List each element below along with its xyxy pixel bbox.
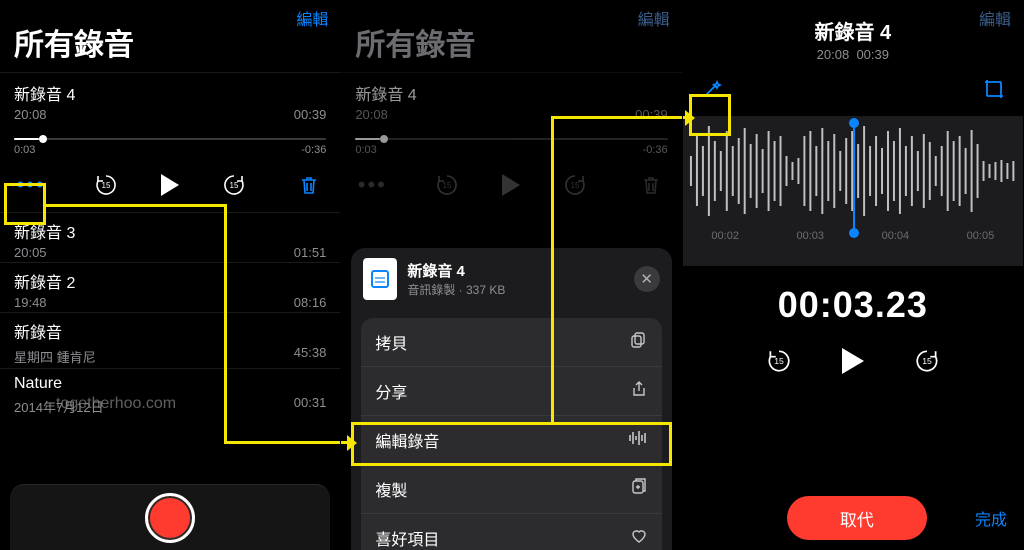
action-label: 編輯錄音 <box>375 428 439 452</box>
trim-button[interactable] <box>979 74 1009 104</box>
delete-button[interactable] <box>292 168 326 202</box>
edit-link[interactable]: 編輯 <box>296 6 328 30</box>
scrubber <box>355 138 667 140</box>
svg-text:15: 15 <box>571 181 580 190</box>
recording-subtitle: 2014年7月12日 <box>14 397 104 416</box>
list-item[interactable]: 新錄音 星期四 鍾肯尼 45:38 <box>0 312 340 368</box>
duplicate-icon <box>630 478 648 501</box>
svg-text:15: 15 <box>102 181 111 190</box>
panel-editor: 編輯 新錄音 4 20:08 00:39 00:02 00:03 00: <box>683 0 1024 550</box>
recording-name: 新錄音 2 <box>14 269 326 293</box>
action-label: 分享 <box>375 379 407 403</box>
elapsed-label: 0:03 <box>14 144 35 156</box>
ruler-tick: 00:05 <box>967 230 995 242</box>
action-share[interactable]: 分享 <box>361 366 661 415</box>
enhance-button[interactable] <box>697 74 727 104</box>
svg-text:15: 15 <box>774 356 784 366</box>
ruler-tick: 00:02 <box>711 230 739 242</box>
current-recording: 新錄音 4 20:08 00:39 <box>341 72 681 124</box>
forward-15-icon[interactable]: 15 <box>217 168 251 202</box>
recording-duration: 08:16 <box>294 295 327 310</box>
heart-icon <box>630 527 648 550</box>
ruler-tick: 00:03 <box>797 230 825 242</box>
recording-name: 新錄音 <box>14 319 326 343</box>
forward-15-icon: 15 <box>558 168 592 202</box>
copy-icon <box>630 331 648 354</box>
action-duplicate[interactable]: 複製 <box>361 464 661 513</box>
recording-duration: 01:51 <box>294 245 327 260</box>
action-edit-recording[interactable]: 編輯錄音 <box>361 415 661 464</box>
highlight-arrow <box>224 441 341 444</box>
list-item[interactable]: 新錄音 2 19:48 08:16 <box>0 262 340 312</box>
page-title: 所有錄音 <box>341 0 681 72</box>
record-bar <box>10 484 330 550</box>
svg-text:15: 15 <box>443 181 452 190</box>
recording-time: 20:08 <box>355 107 388 122</box>
delete-button <box>634 168 668 202</box>
recording-duration: 00:31 <box>294 395 327 416</box>
rewind-15-icon[interactable]: 15 <box>89 168 123 202</box>
recording-name: Nature <box>14 375 326 393</box>
rewind-15-icon: 15 <box>430 168 464 202</box>
recording-time: 20:05 <box>14 245 47 260</box>
recording-time: 19:48 <box>14 295 47 310</box>
play-button <box>494 168 528 202</box>
recording-duration: 00:39 <box>856 47 889 62</box>
more-button: ••• <box>355 168 389 202</box>
highlight-arrow <box>341 441 351 444</box>
close-button[interactable]: ✕ <box>634 266 660 292</box>
edit-link[interactable]: 編輯 <box>638 6 670 30</box>
more-button[interactable]: ••• <box>14 168 48 202</box>
remaining-label: -0:36 <box>301 144 326 156</box>
list-item[interactable]: Nature 2014年7月12日 00:31 <box>0 368 340 418</box>
remaining-label: -0:36 <box>643 144 668 156</box>
recording-name: 新錄音 3 <box>14 219 326 243</box>
recording-subtitle: 星期四 鍾肯尼 <box>14 347 96 366</box>
current-recording[interactable]: 新錄音 4 20:08 00:39 <box>0 72 340 124</box>
action-favorite[interactable]: 喜好項目 <box>361 513 661 550</box>
current-time-large: 00:03.23 <box>683 284 1023 326</box>
rewind-15-icon[interactable]: 15 <box>762 344 796 378</box>
recording-title[interactable]: 新錄音 4 <box>683 16 1023 45</box>
player-controls: ••• 15 15 <box>0 162 340 212</box>
editor-controls: 15 15 <box>683 344 1023 378</box>
ruler-tick: 00:04 <box>882 230 910 242</box>
page-title: 所有錄音 <box>0 0 340 72</box>
done-link[interactable]: 完成 <box>975 506 1007 530</box>
recording-name: 新錄音 4 <box>355 81 667 105</box>
waveform-area[interactable]: 00:02 00:03 00:04 00:05 <box>683 116 1023 266</box>
play-button[interactable] <box>153 168 187 202</box>
forward-15-icon[interactable]: 15 <box>910 344 944 378</box>
svg-text:15: 15 <box>230 181 239 190</box>
action-sheet: 新錄音 4 音訊錄製 · 337 KB ✕ 拷貝 分享 編輯錄音 <box>351 248 671 550</box>
panel-share-sheet: 編輯 所有錄音 新錄音 4 20:08 00:39 0:03 -0:36 •••… <box>341 0 682 550</box>
action-label: 複製 <box>375 477 407 501</box>
play-button[interactable] <box>836 344 870 378</box>
recording-duration: 00:39 <box>294 107 327 122</box>
svg-text:15: 15 <box>922 356 932 366</box>
edit-link: 編輯 <box>979 6 1011 30</box>
elapsed-label: 0:03 <box>355 144 376 156</box>
playhead[interactable] <box>853 124 855 232</box>
action-label: 喜好項目 <box>375 526 439 550</box>
waveform-icon <box>628 430 648 451</box>
file-thumb-icon <box>363 258 397 300</box>
panel-list: 編輯 所有錄音 新錄音 4 20:08 00:39 0:03 -0:36 •••… <box>0 0 341 550</box>
recording-duration: 00:39 <box>635 107 668 122</box>
action-label: 拷貝 <box>375 330 407 354</box>
sheet-title: 新錄音 4 <box>407 260 505 281</box>
recording-time: 20:08 <box>817 47 850 62</box>
action-copy[interactable]: 拷貝 <box>361 318 661 366</box>
replace-button[interactable]: 取代 <box>787 496 927 540</box>
player-controls: ••• 15 15 <box>341 162 681 212</box>
list-item[interactable]: 新錄音 3 20:05 01:51 <box>0 212 340 262</box>
scrubber[interactable] <box>14 138 326 140</box>
record-button[interactable] <box>145 493 195 543</box>
recording-duration: 45:38 <box>294 345 327 366</box>
share-icon <box>630 380 648 403</box>
recording-time: 20:08 <box>14 107 47 122</box>
sheet-subtitle: 音訊錄製 · 337 KB <box>407 281 505 298</box>
recording-name: 新錄音 4 <box>14 81 326 105</box>
